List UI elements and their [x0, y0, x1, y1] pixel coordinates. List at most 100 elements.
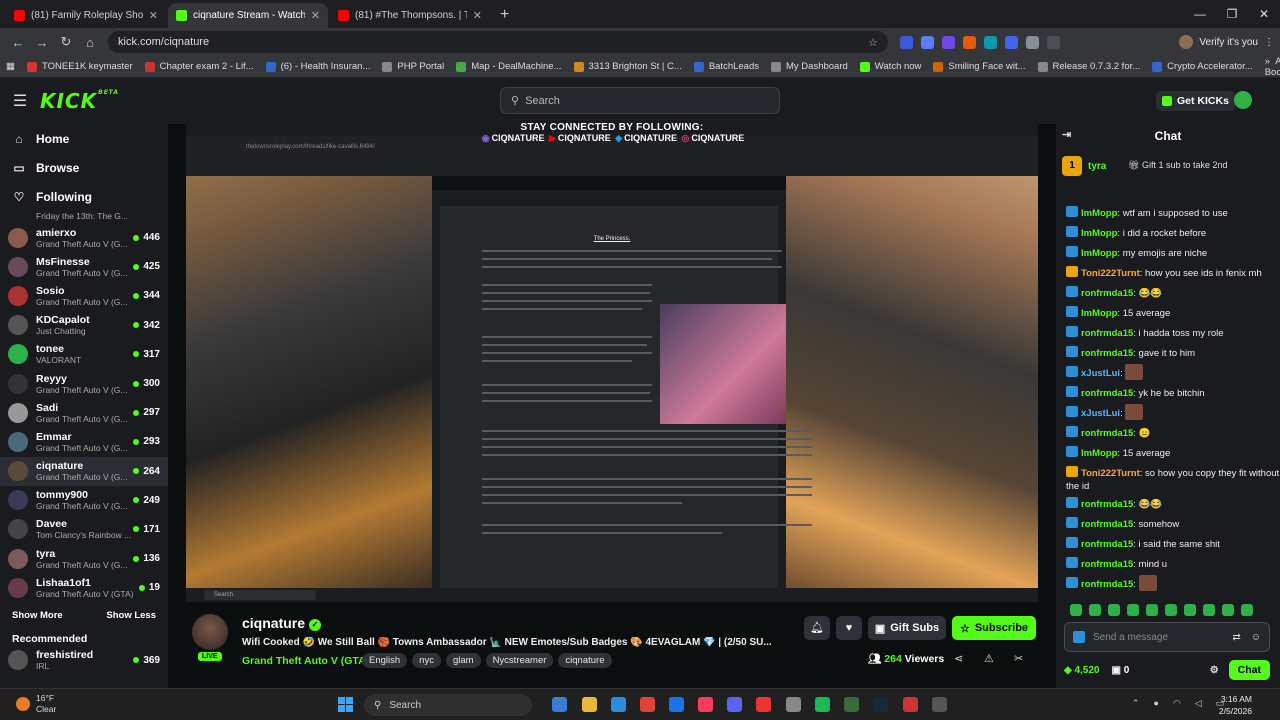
collapse-chat-icon[interactable]: ⇥ — [1062, 128, 1071, 141]
discord-icon[interactable] — [727, 697, 742, 712]
browser-tab-2[interactable]: ciqnature Stream - Watch L ✕ — [168, 3, 328, 28]
emote-icon[interactable] — [1222, 604, 1234, 616]
chat-username[interactable]: ronfrmda15 — [1081, 348, 1133, 359]
streamer-name[interactable]: ciqnature ✓ — [242, 615, 322, 631]
chat-username[interactable]: ronfrmda15 — [1081, 388, 1133, 399]
edge-icon[interactable] — [669, 697, 684, 712]
chat-username[interactable]: ronfrmda15 — [1081, 579, 1133, 590]
subscribe-button[interactable]: ☆ Subscribe — [952, 616, 1036, 640]
chat-username[interactable]: ronfrmda15 — [1081, 328, 1133, 339]
chat-username[interactable]: xJustLui — [1081, 368, 1120, 379]
url-bar[interactable]: kick.com/ciqnature ☆ — [108, 31, 888, 53]
stream-category[interactable]: Grand Theft Auto V (GTA) — [242, 655, 369, 667]
chat-username[interactable]: lmMopp — [1081, 208, 1117, 219]
weather-widget[interactable]: 16°F Clear — [16, 693, 56, 715]
emoji-icon[interactable]: ☺ — [1251, 632, 1261, 643]
extension-icon[interactable] — [1005, 35, 1018, 49]
chevron-up-icon[interactable]: ⌃ — [1132, 698, 1140, 709]
report-icon[interactable]: ⚠ — [984, 652, 994, 665]
browser-tab-3[interactable]: (81) #The Thompsons. | The Tc ✕ — [330, 3, 490, 28]
bookmark-item[interactable]: PHP Portal — [382, 61, 444, 72]
sidepanel-icon[interactable] — [1047, 35, 1060, 49]
task-view-icon[interactable] — [552, 697, 567, 712]
sidebar-channel[interactable]: Sosio Grand Theft Auto V (G... 344 — [0, 281, 168, 310]
chrome-icon[interactable] — [640, 697, 655, 712]
emote-icon[interactable] — [1089, 604, 1101, 616]
clip-icon[interactable]: ✂ — [1014, 652, 1023, 665]
bookmark-item[interactable]: BatchLeads — [693, 61, 759, 72]
sidebar-channel[interactable]: ciqnature Grand Theft Auto V (G... 264 — [0, 456, 168, 486]
bookmark-item[interactable]: Map - DealMachine... — [456, 61, 562, 72]
sidebar-channel[interactable]: Davee Tom Clancy's Rainbow ... 171 — [0, 515, 168, 544]
maximize-icon[interactable]: ❐ — [1216, 0, 1248, 28]
emote-icon[interactable] — [1241, 604, 1253, 616]
all-bookmarks-button[interactable]: » All Bookmarks — [1265, 56, 1280, 78]
mic-icon[interactable]: ● — [1154, 698, 1159, 709]
pinned-user[interactable]: tyra — [1088, 161, 1106, 172]
chat-username[interactable]: Toni222Turnt — [1081, 468, 1140, 479]
sidebar-channel[interactable]: amierxo Grand Theft Auto V (G... 446 — [0, 223, 168, 252]
sidebar-channel[interactable]: tonee VALORANT 317 — [0, 340, 168, 369]
forward-icon[interactable]: → — [30, 35, 54, 50]
app-icon[interactable] — [844, 697, 859, 712]
get-kicks-button[interactable]: Get KICKs — [1156, 91, 1235, 111]
user-avatar[interactable] — [1234, 91, 1252, 109]
sidebar-channel[interactable]: tommy900 Grand Theft Auto V (G... 249 — [0, 486, 168, 515]
chat-username[interactable]: lmMopp — [1081, 248, 1117, 259]
bookmark-star-icon[interactable]: ☆ — [868, 36, 878, 49]
send-chat-button[interactable]: Chat — [1228, 660, 1270, 680]
gear-icon[interactable]: ⚙ — [1210, 665, 1219, 676]
extension-icon[interactable] — [942, 35, 955, 49]
taskbar-search[interactable]: ⚲ Search — [364, 694, 532, 716]
app-icon[interactable] — [756, 697, 771, 712]
chat-username[interactable]: ronfrmda15 — [1081, 539, 1133, 550]
share-icon[interactable]: ⋖ — [954, 652, 963, 665]
chat-username[interactable]: lmMopp — [1081, 228, 1117, 239]
translate-icon[interactable]: ⇄ — [1232, 632, 1240, 643]
emote-icon[interactable] — [1108, 604, 1120, 616]
volume-icon[interactable]: ◁ — [1195, 698, 1202, 709]
emote-icon[interactable] — [1165, 604, 1177, 616]
tag[interactable]: nyc — [412, 653, 441, 668]
chat-username[interactable]: ronfrmda15 — [1081, 288, 1133, 299]
streamer-avatar[interactable] — [192, 614, 228, 650]
puzzle-icon[interactable] — [1026, 35, 1039, 49]
close-tab-icon[interactable]: ✕ — [149, 9, 158, 22]
emote-icon[interactable] — [1146, 604, 1158, 616]
browser-tab-1[interactable]: (81) Family Roleplay Showcase ✕ — [6, 3, 166, 28]
sidebar-channel[interactable]: Reyyy Grand Theft Auto V (G... 300 — [0, 369, 168, 398]
sidebar-channel[interactable]: Lishaa1of1 Grand Theft Auto V (GTA) 19 — [0, 573, 168, 602]
store-icon[interactable] — [611, 697, 626, 712]
sidebar-following[interactable]: ♡ Following — [0, 182, 168, 211]
sidebar-channel[interactable]: tyra Grand Theft Auto V (G... 136 — [0, 544, 168, 573]
show-more-button[interactable]: Show More — [12, 610, 63, 621]
steam-icon[interactable] — [873, 697, 888, 712]
minimize-icon[interactable]: — — [1184, 0, 1216, 28]
tag[interactable]: glam — [445, 653, 481, 668]
close-tab-icon[interactable]: ✕ — [311, 9, 320, 22]
bookmark-item[interactable]: 3313 Brighton St | C... — [573, 61, 682, 72]
chat-username[interactable]: ronfrmda15 — [1081, 428, 1133, 439]
home-nav-icon[interactable]: ⌂ — [78, 35, 102, 50]
bookmark-item[interactable]: Release 0.7.3.2 for... — [1037, 61, 1140, 72]
file-explorer-icon[interactable] — [582, 697, 597, 712]
chat-username[interactable]: ronfrmda15 — [1081, 519, 1133, 530]
chat-username[interactable]: lmMopp — [1081, 448, 1117, 459]
search-input[interactable]: ⚲ Search — [500, 87, 780, 114]
clock[interactable]: 3:16 AM 2/5/2026 — [1219, 693, 1252, 717]
tag[interactable]: Nycstreamer — [485, 653, 554, 668]
sidebar-channel[interactable]: KDCapalot Just Chatting 342 — [0, 311, 168, 340]
bookmark-item[interactable]: Chapter exam 2 - Lif... — [144, 61, 254, 72]
bookmark-item[interactable]: TONEE1K keymaster — [26, 61, 133, 72]
sidebar-channel[interactable]: Sadi Grand Theft Auto V (G... 297 — [0, 398, 168, 427]
chat-input[interactable]: Send a message ⇄ ☺ — [1064, 622, 1270, 652]
kicks-balance[interactable]: ◆ 4,520 — [1064, 665, 1100, 676]
hamburger-menu-icon[interactable]: ☰ — [0, 91, 40, 111]
bookmark-item[interactable]: (6) - Health Insuran... — [265, 61, 370, 72]
emote-icon[interactable] — [1203, 604, 1215, 616]
kebab-menu-icon[interactable]: ⋮ — [1264, 37, 1274, 48]
extension-icon[interactable] — [984, 35, 997, 49]
sidebar-browse[interactable]: ▭ Browse — [0, 153, 168, 182]
chat-username[interactable]: Toni222Turnt — [1081, 268, 1140, 279]
back-icon[interactable]: ← — [6, 35, 30, 50]
